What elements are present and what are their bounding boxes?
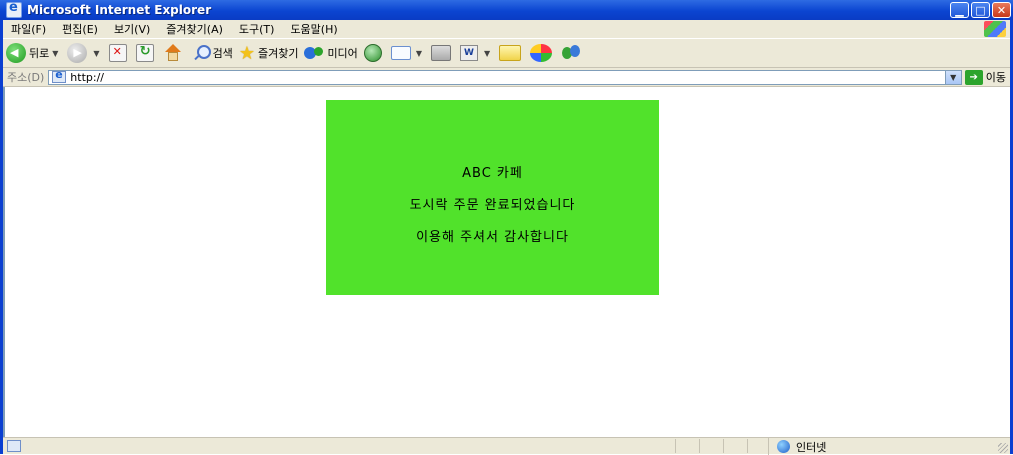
home-icon — [163, 44, 183, 62]
word-icon: W — [459, 45, 478, 61]
browser-window: Microsoft Internet Explorer ▁ □ ✕ 파일(F) … — [0, 0, 1013, 455]
windows-logo-icon — [984, 21, 1006, 37]
title-bar[interactable]: Microsoft Internet Explorer ▁ □ ✕ — [0, 0, 1013, 20]
mail-button[interactable]: ▼ — [390, 46, 425, 60]
go-arrow-icon: ➔ — [964, 69, 983, 85]
internet-globe-icon — [777, 440, 790, 453]
zone-label: 인터넷 — [796, 440, 827, 454]
forward-arrow-icon — [67, 43, 88, 63]
address-label: 주소(D) — [7, 71, 45, 84]
back-arrow-icon — [6, 43, 26, 63]
address-input[interactable]: http:// ▼ — [48, 68, 962, 85]
folder-button[interactable] — [499, 45, 524, 61]
back-dropdown-icon[interactable]: ▼ — [52, 49, 58, 58]
menu-view[interactable]: 보기(V) — [106, 21, 158, 37]
standard-toolbar: 뒤로 ▼ ▼ 검색 ★ 즐겨찾기 미디어 — [3, 38, 1010, 68]
order-message-box: ABC 카페 도시락 주문 완료되었습니다 이용해 주셔서 감사합니다 — [326, 100, 659, 295]
cafe-name: ABC 카페 — [462, 166, 523, 181]
folder-icon — [499, 45, 522, 61]
forward-dropdown-icon[interactable]: ▼ — [93, 49, 99, 58]
msn-butterfly-icon — [530, 44, 553, 62]
resize-grip-icon[interactable] — [998, 443, 1008, 453]
status-divider — [699, 439, 700, 453]
window-controls: ▁ □ ✕ — [950, 2, 1011, 18]
status-divider — [747, 439, 748, 453]
status-divider — [723, 439, 724, 453]
favorites-button[interactable]: ★ 즐겨찾기 — [239, 43, 299, 64]
mail-dropdown-icon[interactable]: ▼ — [416, 49, 422, 58]
messenger-button[interactable] — [561, 44, 583, 62]
page-icon — [52, 68, 67, 83]
menu-help[interactable]: 도움말(H) — [282, 21, 345, 37]
home-button[interactable] — [163, 44, 186, 62]
media-button[interactable]: 미디어 — [304, 45, 358, 61]
address-bar: 주소(D) http:// ▼ ➔ 이동 — [3, 68, 1010, 87]
printer-icon — [430, 45, 451, 61]
ie-icon — [6, 0, 22, 18]
history-icon — [363, 44, 382, 62]
msn-button[interactable] — [530, 44, 555, 62]
mail-icon — [390, 46, 411, 60]
status-page-icon — [7, 440, 21, 452]
menu-tools[interactable]: 도구(T) — [231, 21, 283, 37]
go-button[interactable]: ➔ 이동 — [964, 69, 1006, 85]
edit-dropdown-icon[interactable]: ▼ — [484, 49, 490, 58]
menu-bar: 파일(F) 편집(E) 보기(V) 즐겨찾기(A) 도구(T) 도움말(H) — [3, 20, 1010, 38]
media-label: 미디어 — [327, 47, 358, 60]
back-label: 뒤로 — [29, 47, 50, 60]
window-title: Microsoft Internet Explorer — [27, 3, 212, 17]
favorites-label: 즐겨찾기 — [257, 47, 299, 60]
star-icon: ★ — [238, 42, 255, 64]
menu-file[interactable]: 파일(F) — [3, 21, 54, 37]
order-complete-text: 도시락 주문 완료되었습니다 — [409, 198, 576, 213]
security-zone[interactable]: 인터넷 — [768, 438, 826, 455]
back-button[interactable]: 뒤로 ▼ — [6, 43, 61, 63]
refresh-icon — [135, 44, 154, 62]
address-dropdown-icon[interactable]: ▼ — [944, 70, 961, 84]
status-bar: 인터넷 — [3, 437, 1010, 455]
address-value[interactable]: http:// — [70, 71, 104, 84]
menu-edit[interactable]: 편집(E) — [54, 21, 106, 37]
refresh-button[interactable] — [135, 44, 157, 62]
status-divider — [675, 439, 676, 453]
thank-you-text: 이용해 주셔서 감사합니다 — [416, 230, 569, 245]
edit-button[interactable]: W ▼ — [459, 45, 493, 61]
history-button[interactable] — [363, 44, 385, 62]
page-content: ABC 카페 도시락 주문 완료되었습니다 이용해 주셔서 감사합니다 — [3, 87, 1010, 437]
close-button[interactable]: ✕ — [992, 2, 1011, 18]
media-icon — [304, 45, 324, 61]
search-label: 검색 — [212, 47, 233, 60]
forward-button[interactable]: ▼ — [67, 43, 102, 63]
stop-icon — [108, 44, 127, 62]
search-button[interactable]: 검색 — [192, 44, 233, 62]
print-button[interactable] — [430, 45, 454, 61]
go-label: 이동 — [985, 71, 1006, 84]
search-icon — [192, 44, 211, 62]
stop-button[interactable] — [108, 44, 130, 62]
minimize-button[interactable]: ▁ — [950, 2, 969, 18]
menu-favorites[interactable]: 즐겨찾기(A) — [158, 21, 231, 37]
maximize-button[interactable]: □ — [971, 2, 990, 18]
messenger-icon — [561, 44, 583, 62]
